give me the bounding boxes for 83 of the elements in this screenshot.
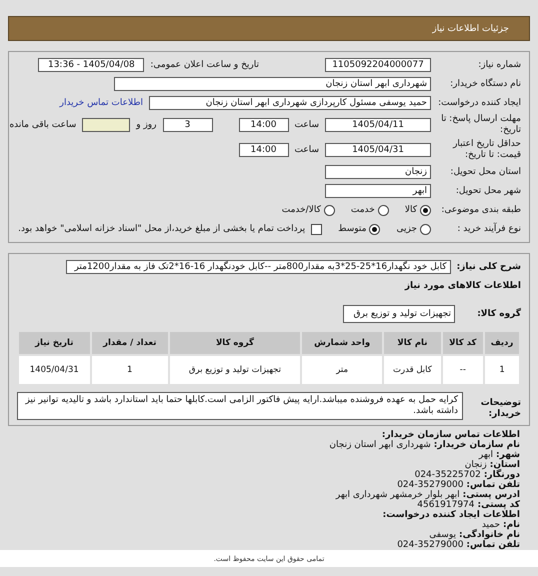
- remaining-hours-field: [82, 118, 130, 132]
- page-header: جزئیات اطلاعات نیاز: [8, 16, 530, 41]
- buyer-contact-link[interactable]: اطلاعات تماس خریدار: [60, 98, 143, 108]
- field-label: ادرس پستی:: [462, 490, 520, 500]
- field-label: حداقل تاریخ اعتبار قیمت: تا تاریخ:: [452, 139, 521, 161]
- column-header: تعداد / مقدار: [92, 332, 168, 354]
- field-label: شهر:: [496, 450, 520, 460]
- field-value: زنجان: [464, 460, 487, 470]
- table-cell: 1: [92, 356, 168, 384]
- table-cell: --: [442, 356, 484, 384]
- radio-label: متوسط: [338, 224, 366, 234]
- radio-button[interactable]: [420, 204, 431, 216]
- field-label: نام:: [503, 520, 520, 530]
- field-value: 024-35279000: [397, 480, 464, 490]
- field-label: استان محل تحویل:: [449, 166, 521, 178]
- column-header: ردیف: [485, 332, 519, 354]
- radio-button[interactable]: [369, 224, 380, 234]
- table-cell: تجهیزات تولید و توزیع برق: [170, 356, 300, 384]
- buyer-notes: کرایه حمل به عهده فروشنده میباشد.ارایه پیش فاکتور الزامی است.کابلها حتما باید استاندارد باشد و تالیدیه توانیر نیز داشته باشد.: [17, 392, 463, 420]
- field-label: شرح کلی نیاز:: [456, 262, 521, 272]
- field-label: نام دستگاه خریدار:: [449, 78, 521, 90]
- goods-group-field: تجهیزات تولید و توزیع برق: [343, 305, 455, 323]
- field-value: حمید: [482, 520, 500, 530]
- field-label: تاریخ و ساعت اعلان عمومی:: [150, 60, 259, 70]
- field-label: مهلت ارسال پاسخ: تا تاریخ:: [440, 114, 521, 136]
- section-title: اطلاعات تماس سازمان خریدار:: [382, 430, 520, 440]
- column-header: کد کالا: [442, 332, 484, 354]
- field-value: 4561917974: [417, 500, 475, 510]
- field-value: یوسفی: [429, 530, 456, 540]
- validity-date-field: 1405/04/31: [325, 143, 431, 157]
- field-label: توضیحات خریدار:: [480, 398, 521, 420]
- radio-button[interactable]: [324, 204, 335, 216]
- deadline-date-field: 1405/04/11: [325, 118, 431, 132]
- city-field: ابهر: [325, 184, 431, 198]
- field-label: استان:: [490, 460, 520, 470]
- field-label: ساعت باقی مانده: [9, 120, 76, 130]
- field-value: ابهر بلوار خرمشهر شهرداری ابهر: [336, 490, 460, 500]
- buyer-field: شهرداری ابهر استان زنجان: [114, 77, 431, 91]
- section-title: اطلاعات ایجاد کننده درخواست:: [382, 510, 520, 520]
- description-field: کابل خود نگهدار16*25-25*3به مقدار800متر --کابل خودنگهدار 16-16*2تک فاز به مقدار1200متر: [66, 260, 451, 274]
- section-title: اطلاعات کالاهای مورد نیاز: [404, 281, 521, 291]
- field-label: ساعت: [294, 145, 319, 155]
- province-field: زنجان: [325, 165, 431, 179]
- field-label: روز و: [136, 120, 156, 130]
- announce-date-field: 1405/04/08 - 13:36: [38, 58, 144, 72]
- days-field: 3: [162, 118, 212, 132]
- field-label: کد پستی:: [478, 500, 520, 510]
- checkbox[interactable]: [311, 224, 322, 234]
- field-label: نام سازمان خریدار:: [434, 440, 520, 450]
- radio-button[interactable]: [420, 224, 431, 234]
- field-value: 024-35225702: [414, 470, 481, 480]
- field-label: گروه کالا:: [476, 309, 521, 319]
- field-value: شهرداری ابهر استان زنجان: [329, 440, 431, 450]
- field-label: ساعت: [294, 120, 319, 130]
- radio-label: کالا/خدمت: [282, 205, 321, 215]
- field-value: 024-35279000: [397, 540, 464, 550]
- radio-label: خدمت: [350, 205, 375, 215]
- field-label: نام خانوادگی:: [458, 530, 520, 540]
- column-header: نام کالا: [384, 332, 441, 354]
- radio-label: کالا: [404, 205, 417, 215]
- column-header: تاریخ نیاز: [19, 332, 90, 354]
- deadline-time-field: 14:00: [238, 118, 288, 132]
- table-cell: 1: [485, 356, 519, 384]
- field-label: ایجاد کننده درخواست:: [437, 98, 521, 108]
- radio-button[interactable]: [378, 204, 389, 216]
- field-label: شماره نیاز:: [477, 60, 521, 70]
- field-label: نوع فرآیند خرید :: [456, 224, 521, 234]
- field-label: تلفن تماس:: [466, 540, 520, 550]
- need-number-field: 1105092204000077: [325, 58, 431, 72]
- field-label: تلفن تماس:: [466, 480, 520, 490]
- radio-label: جزیی: [396, 224, 417, 234]
- column-header: واحد شمارش: [302, 332, 382, 354]
- table-cell: کابل قدرت: [384, 356, 441, 384]
- field-label: دورنگار:: [484, 470, 520, 480]
- requester-field: حمید یوسفی مسئول کارپردازی شهرداری ابهر استان زنجان: [149, 96, 431, 110]
- table-cell: متر: [302, 356, 382, 384]
- field-label: طبقه بندی موضوعی:: [440, 204, 521, 216]
- field-label: شهر محل تحویل:: [454, 186, 521, 196]
- column-header: گروه کالا: [170, 332, 300, 354]
- field-value: ابهر: [478, 450, 493, 460]
- checkbox-label: پرداخت تمام یا بخشی از مبلغ خرید،از محل "اسناد خزانه اسلامی" خواهد بود.: [18, 224, 306, 234]
- table-cell: 1405/04/31: [19, 356, 90, 384]
- validity-time-field: 14:00: [238, 143, 288, 157]
